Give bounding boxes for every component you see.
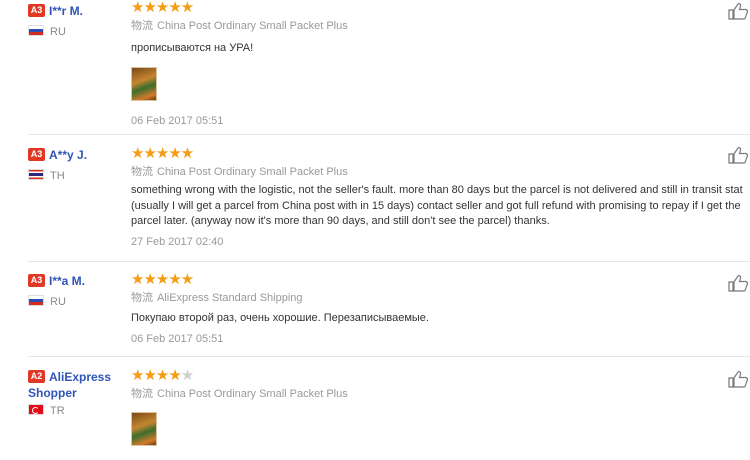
thumbs-up-icon	[728, 3, 748, 20]
reviewer-info: A3 I**a M. RU	[28, 272, 128, 309]
review-date: 27 Feb 2017 02:40	[131, 235, 224, 248]
reviewer-country: RU	[28, 295, 128, 309]
review-content: ★★★★★ 物流 China Post Ordinary Small Packet…	[131, 146, 750, 249]
feedback-list: A3 I**r M. RU ★★★★★ 物流 China Post Ordinary…	[0, 0, 750, 460]
review-date: 06 Feb 2017 05:51	[131, 332, 224, 345]
russia-flag-icon	[28, 295, 44, 306]
country-code: RU	[50, 296, 66, 308]
reviewer-name[interactable]: I**a M.	[49, 274, 85, 288]
shipping-method: 物流 China Post Ordinary Small Packet Plus	[131, 388, 348, 400]
thumbs-up-icon	[728, 275, 748, 292]
star-rating: ★★★★★	[131, 271, 194, 288]
shipping-method: 物流 China Post Ordinary Small Packet Plus	[131, 166, 348, 178]
review-content: ★★★★★ 物流 AliExpress Standard Shipping Пок…	[131, 272, 750, 346]
like-button[interactable]	[728, 274, 750, 292]
review-text: something wrong with the logistic, not t…	[131, 184, 743, 227]
country-code: TH	[50, 170, 65, 182]
review-text: прописываются на УРА!	[131, 42, 254, 54]
like-button[interactable]	[728, 146, 750, 164]
reviewer-name[interactable]: A**y J.	[49, 148, 87, 162]
country-code: TR	[50, 405, 65, 417]
buyer-level-badge: A3	[28, 4, 45, 17]
divider	[28, 261, 750, 262]
like-button[interactable]	[728, 2, 750, 20]
thumbs-up-icon	[728, 147, 748, 164]
shipping-method: 物流 AliExpress Standard Shipping	[131, 292, 303, 304]
star-rating: ★★★★★	[131, 0, 194, 16]
review-photo-thumbnail[interactable]	[131, 66, 157, 101]
buyer-level-badge: A2	[28, 370, 45, 383]
reviewer-info: A3 A**y J. TH	[28, 146, 128, 183]
country-code: RU	[50, 26, 66, 38]
review-item: A3 I**r M. RU ★★★★★ 物流 China Post Ordinary…	[0, 0, 750, 134]
divider	[28, 134, 750, 135]
reviewer-name-continued[interactable]: Shopper	[28, 386, 128, 401]
review-item: A3 A**y J. TH ★★★★★ 物流 China Post Ordinary…	[0, 146, 750, 262]
review-text: Покупаю второй раз, очень хорошие. Перез…	[131, 312, 429, 324]
star-rating: ★★★★★	[131, 145, 194, 162]
review-content: ★★★★★ 物流 China Post Ordinary Small Packet…	[131, 0, 750, 128]
turkey-flag-icon	[28, 404, 44, 415]
russia-flag-icon	[28, 25, 44, 36]
buyer-level-badge: A3	[28, 274, 45, 287]
review-photo-thumbnail[interactable]	[131, 412, 157, 446]
reviewer-info: A2 AliExpress Shopper TR	[28, 368, 128, 418]
thailand-flag-icon	[28, 169, 44, 180]
reviewer-info: A3 I**r M. RU	[28, 0, 128, 39]
reviewer-name[interactable]: I**r M.	[49, 4, 83, 18]
thumbs-up-icon	[728, 371, 748, 388]
divider	[28, 356, 750, 357]
reviewer-country: TR	[28, 404, 128, 418]
reviewer-name[interactable]: AliExpress	[49, 370, 111, 384]
review-date: 06 Feb 2017 05:51	[131, 114, 224, 127]
reviewer-country: RU	[28, 25, 128, 39]
buyer-level-badge: A3	[28, 148, 45, 161]
review-content: ★★★★★ 物流 China Post Ordinary Small Packet…	[131, 368, 750, 446]
reviewer-country: TH	[28, 169, 128, 183]
shipping-method: 物流 China Post Ordinary Small Packet Plus	[131, 20, 348, 32]
review-item: A2 AliExpress Shopper TR ★★★★★ 物流 China Po…	[0, 368, 750, 460]
review-item: A3 I**a M. RU ★★★★★ 物流 AliExpress Standard…	[0, 272, 750, 356]
like-button[interactable]	[728, 370, 750, 388]
star-rating: ★★★★★	[131, 367, 194, 384]
